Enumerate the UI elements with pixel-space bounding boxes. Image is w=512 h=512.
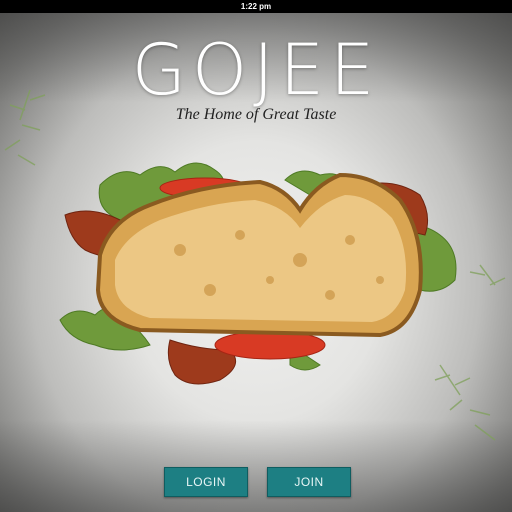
login-button[interactable]: LOGIN <box>164 467 248 497</box>
app-logo: GOJEE <box>131 29 381 111</box>
join-button[interactable]: JOIN <box>267 467 351 497</box>
sandwich-photo <box>59 162 457 385</box>
status-time: 1:22 pm <box>240 2 272 11</box>
app-screen: 1:22 pm GOJEE The Home of Great Taste LO… <box>0 0 512 512</box>
status-bar: 1:22 pm <box>0 0 512 13</box>
app-tagline: The Home of Great Taste <box>175 106 337 123</box>
